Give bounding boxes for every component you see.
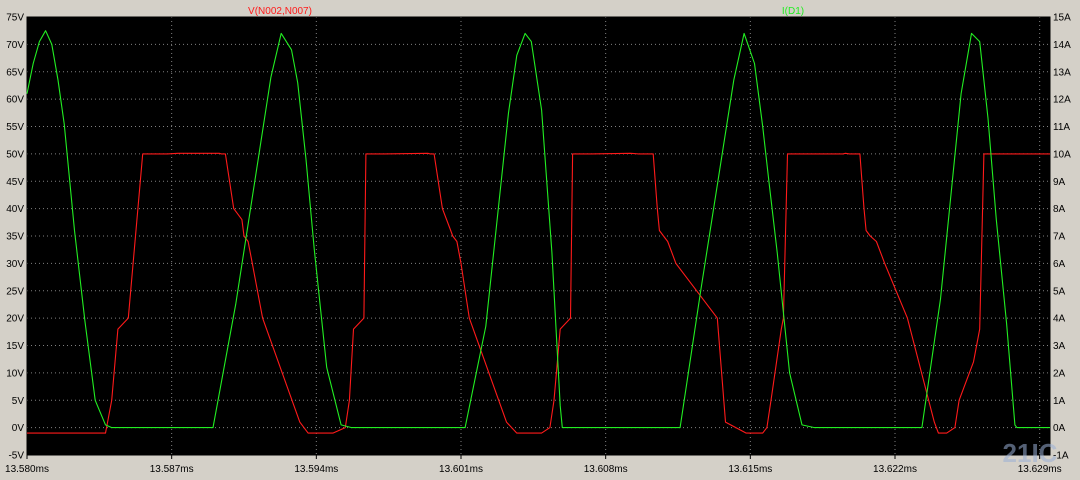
left-axis-tick-label: 0V (12, 423, 25, 434)
left-axis-tick-label: 5V (12, 396, 25, 407)
left-axis-tick-label: 25V (6, 286, 24, 297)
left-axis-tick-label: -5V (8, 451, 24, 462)
left-axis-tick-label: 15V (6, 341, 24, 352)
right-axis-tick-label: 13A (1053, 67, 1071, 78)
legend-current-trace[interactable]: I(D1) (782, 6, 804, 17)
right-axis-tick-label: 7A (1053, 232, 1066, 243)
left-axis-tick-label: 40V (6, 204, 24, 215)
x-tick-label: 13.601ms (439, 464, 483, 475)
left-axis-tick-label: 65V (6, 67, 24, 78)
left-axis-tick-label: 20V (6, 314, 24, 325)
watermark-logo: 21IC (1003, 438, 1058, 468)
left-axis-tick-label: 70V (6, 40, 24, 51)
right-axis-tick-label: 11A (1053, 122, 1070, 133)
x-tick-label: 13.622ms (873, 464, 917, 475)
x-tick-label: 13.608ms (584, 464, 628, 475)
right-axis-tick-label: 14A (1053, 40, 1071, 51)
left-axis-tick-label: 60V (6, 95, 24, 106)
left-axis-tick-label: 55V (6, 122, 24, 133)
right-axis-tick-label: 15A (1053, 13, 1071, 24)
right-axis-tick-label: 0A (1053, 423, 1066, 434)
left-axis-tick-label: 10V (6, 368, 24, 379)
left-axis-tick-label: 75V (6, 13, 24, 24)
right-axis-tick-label: 8A (1053, 204, 1066, 215)
right-axis-tick-label: 12A (1053, 95, 1071, 106)
x-tick-label: 13.580ms (5, 464, 49, 475)
right-axis-tick-label: 6A (1053, 259, 1066, 270)
right-axis-tick-label: 5A (1053, 286, 1066, 297)
x-tick-label: 13.594ms (294, 464, 338, 475)
plot-area[interactable] (27, 17, 1050, 455)
right-axis-tick-label: 3A (1053, 341, 1066, 352)
legend-voltage-trace[interactable]: V(N002,N007) (248, 6, 312, 17)
right-axis-tick-label: 9A (1053, 177, 1066, 188)
right-axis-tick-label: 1A (1053, 396, 1066, 407)
left-axis-tick-label: 30V (6, 259, 24, 270)
left-axis-tick-label: 45V (6, 177, 24, 188)
right-axis-tick-label: 10A (1053, 149, 1071, 160)
x-tick-label: 13.615ms (728, 464, 772, 475)
x-tick-label: 13.587ms (150, 464, 194, 475)
left-axis-tick-label: 35V (6, 232, 24, 243)
left-axis-tick-label: 50V (6, 149, 24, 160)
waveform-plot[interactable]: -5V 0V 5V 10V 15V 20V 25V 30V 35V 40V 45V 50V 55V 60V… (0, 0, 1080, 480)
right-axis-tick-label: 4A (1053, 314, 1066, 325)
right-axis-tick-label: 2A (1053, 368, 1066, 379)
